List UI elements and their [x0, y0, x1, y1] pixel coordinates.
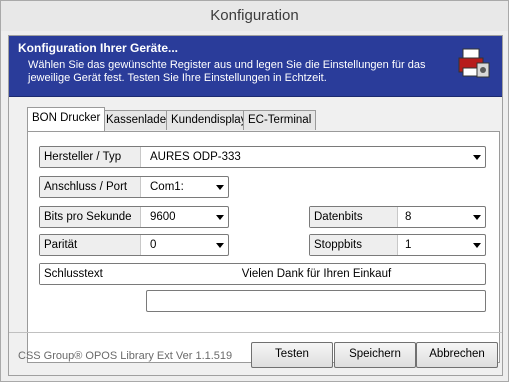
test-button[interactable]: Testen — [251, 342, 333, 368]
chevron-down-icon[interactable] — [471, 150, 483, 164]
bits-value: 9600 — [150, 211, 176, 223]
paritaet-select[interactable]: Parität 0 — [39, 234, 229, 256]
chevron-down-icon[interactable] — [214, 210, 226, 224]
header-description: Wählen Sie das gewünschte Register aus u… — [28, 59, 426, 84]
save-button[interactable]: Speichern — [334, 342, 416, 368]
datenbits-value: 8 — [405, 211, 412, 223]
schlusstext-line2-input[interactable] — [146, 290, 486, 312]
hersteller-value: AURES ODP-333 — [150, 151, 241, 163]
window-title: Konfiguration — [1, 1, 508, 31]
tab-kassenlade[interactable]: Kassenlade — [101, 110, 172, 130]
cancel-button[interactable]: Abbrechen — [416, 342, 498, 368]
chevron-down-icon[interactable] — [214, 180, 226, 194]
version-text: CSS Group® OPOS Library Ext Ver 1.1.519 — [18, 350, 233, 362]
hersteller-label: Hersteller / Typ — [40, 147, 141, 167]
datenbits-label: Datenbits — [310, 207, 398, 227]
bits-select[interactable]: Bits pro Sekunde 9600 — [39, 206, 229, 228]
schlusstext-label: Schlusstext — [40, 264, 140, 284]
anschluss-value: Com1: — [150, 181, 184, 193]
header-banner: Konfiguration Ihrer Geräte... Wählen Sie… — [9, 36, 502, 97]
anschluss-select[interactable]: Anschluss / Port Com1: — [39, 176, 229, 198]
printer-settings-icon — [458, 48, 490, 78]
chevron-down-icon[interactable] — [471, 238, 483, 252]
chevron-down-icon[interactable] — [471, 210, 483, 224]
config-window: Konfiguration Konfiguration Ihrer Geräte… — [0, 0, 509, 382]
chevron-down-icon[interactable] — [214, 238, 226, 252]
header-title: Konfiguration Ihrer Geräte... — [18, 41, 179, 55]
paritaet-label: Parität — [40, 235, 141, 255]
hersteller-select[interactable]: Hersteller / Typ AURES ODP-333 — [39, 146, 486, 168]
anschluss-label: Anschluss / Port — [40, 177, 141, 197]
tab-panel-bon-drucker: Hersteller / Typ AURES ODP-333 Anschluss… — [27, 131, 500, 363]
dialog-content: Konfiguration Ihrer Geräte... Wählen Sie… — [8, 35, 503, 376]
datenbits-select[interactable]: Datenbits 8 — [309, 206, 486, 228]
tab-kundendisplay[interactable]: Kundendisplay — [166, 110, 252, 130]
stoppbits-label: Stoppbits — [310, 235, 398, 255]
footer-divider — [9, 332, 502, 333]
schlusstext-field[interactable]: Schlusstext Vielen Dank für Ihren Einkau… — [39, 263, 486, 285]
stoppbits-value: 1 — [405, 239, 412, 251]
stoppbits-select[interactable]: Stoppbits 1 — [309, 234, 486, 256]
tab-ec-terminal[interactable]: EC-Terminal — [243, 110, 317, 130]
bits-label: Bits pro Sekunde — [40, 207, 141, 227]
paritaet-value: 0 — [150, 239, 157, 251]
tab-bon-drucker[interactable]: BON Drucker — [27, 107, 106, 131]
schlusstext-line1[interactable]: Vielen Dank für Ihren Einkauf — [150, 264, 483, 284]
